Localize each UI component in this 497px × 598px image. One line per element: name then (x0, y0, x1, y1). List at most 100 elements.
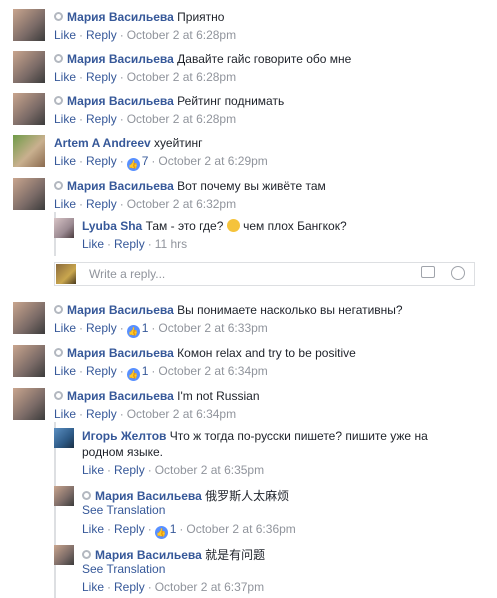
comment-text: хуейтинг (154, 136, 203, 150)
like-link[interactable]: Like (82, 580, 104, 594)
comment-text: чем плох Бангкок? (243, 219, 347, 233)
comment-text: Там - это где? (145, 219, 224, 233)
reply-link[interactable]: Reply (86, 112, 117, 126)
reply-link[interactable]: Reply (86, 321, 117, 335)
like-link[interactable]: Like (54, 407, 76, 421)
like-count[interactable]: 1 (170, 522, 177, 536)
reply-link[interactable]: Reply (86, 28, 117, 42)
reply-link[interactable]: Reply (86, 197, 117, 211)
comment-text: Давайте гайс говорите обо мне (177, 52, 352, 66)
comment-timestamp[interactable]: October 2 at 6:28pm (127, 112, 236, 126)
like-count[interactable]: 1 (142, 364, 149, 378)
like-count[interactable]: 1 (142, 321, 149, 335)
comment-timestamp[interactable]: October 2 at 6:35pm (155, 463, 264, 477)
avatar[interactable] (54, 486, 74, 506)
comment-timestamp[interactable]: October 2 at 6:34pm (127, 407, 236, 421)
profile-badge-icon (54, 96, 63, 105)
comment-author[interactable]: Lyuba Sha (82, 219, 142, 233)
profile-badge-icon (54, 391, 63, 400)
thumbs-up-icon: 👍 (126, 325, 140, 338)
comment-timestamp[interactable]: October 2 at 6:28pm (127, 28, 236, 42)
like-link[interactable]: Like (54, 70, 76, 84)
like-link[interactable]: Like (54, 28, 76, 42)
like-link[interactable]: Like (82, 522, 104, 536)
comment-author[interactable]: Мария Васильева (67, 10, 174, 24)
comment-timestamp[interactable]: October 2 at 6:37pm (155, 580, 264, 594)
comment-author[interactable]: Мария Васильева (67, 94, 174, 108)
avatar[interactable] (54, 545, 74, 565)
like-link[interactable]: Like (82, 237, 104, 251)
comment-timestamp[interactable]: October 2 at 6:28pm (127, 70, 236, 84)
reply-link[interactable]: Reply (86, 407, 117, 421)
emoji-icon[interactable] (451, 266, 465, 280)
smile-emoji-icon (226, 219, 240, 232)
like-link[interactable]: Like (54, 154, 76, 168)
reply-link[interactable]: Reply (86, 154, 117, 168)
profile-badge-icon (54, 305, 63, 314)
like-count[interactable]: 7 (142, 154, 149, 168)
comment-text: Комон relax and try to be positive (177, 346, 356, 360)
avatar[interactable] (13, 178, 45, 210)
like-link[interactable]: Like (54, 321, 76, 335)
like-link[interactable]: Like (54, 364, 76, 378)
reply-input[interactable]: Write a reply... (89, 267, 165, 281)
reply-link[interactable]: Reply (114, 463, 145, 477)
avatar[interactable] (13, 302, 45, 334)
comment-text: Рейтинг поднимать (177, 94, 285, 108)
profile-badge-icon (82, 491, 91, 500)
comment-text: 就是有问题 (205, 548, 266, 562)
comment-author[interactable]: Мария Васильева (95, 489, 202, 503)
avatar[interactable] (13, 388, 45, 420)
profile-badge-icon (54, 181, 63, 190)
comment-text: Что ж тогда по-русски пишете? пишите уже… (169, 429, 428, 443)
see-translation-link[interactable]: See Translation (82, 562, 165, 576)
like-link[interactable]: Like (54, 112, 76, 126)
comment-timestamp[interactable]: October 2 at 6:34pm (158, 364, 267, 378)
comment-author[interactable]: Игорь Желтов (82, 429, 166, 443)
avatar[interactable] (13, 345, 45, 377)
like-link[interactable]: Like (82, 463, 104, 477)
comment-author[interactable]: Artem A Andreev (54, 136, 151, 150)
thread-line (54, 422, 56, 598)
avatar[interactable] (13, 9, 45, 41)
avatar[interactable] (13, 135, 45, 167)
avatar[interactable] (13, 51, 45, 83)
comment-timestamp[interactable]: October 2 at 6:33pm (158, 321, 267, 335)
comment-author[interactable]: Мария Васильева (67, 52, 174, 66)
avatar[interactable] (54, 218, 74, 238)
profile-badge-icon (82, 550, 91, 559)
avatar[interactable] (13, 93, 45, 125)
comment-text: Приятно (177, 10, 225, 24)
comment-timestamp[interactable]: October 2 at 6:36pm (186, 522, 295, 536)
profile-badge-icon (54, 348, 63, 357)
comment-text: 俄罗斯人太麻烦 (205, 489, 290, 503)
comment-author[interactable]: Мария Васильева (67, 346, 174, 360)
comment-timestamp[interactable]: 11 hrs (155, 237, 187, 251)
avatar[interactable] (54, 428, 74, 448)
comment-author[interactable]: Мария Васильева (67, 179, 174, 193)
thumbs-up-icon: 👍 (126, 158, 140, 171)
comment-author[interactable]: Мария Васильева (95, 548, 202, 562)
profile-badge-icon (54, 54, 63, 63)
comment-text: I'm not Russian (177, 389, 260, 403)
avatar (56, 264, 76, 284)
comment-author[interactable]: Мария Васильева (67, 303, 174, 317)
reply-link[interactable]: Reply (114, 580, 145, 594)
thumbs-up-icon: 👍 (154, 526, 168, 539)
profile-badge-icon (54, 12, 63, 21)
comment-timestamp[interactable]: October 2 at 6:29pm (158, 154, 267, 168)
comment-text: родном языке. (82, 445, 163, 459)
reply-link[interactable]: Reply (114, 237, 145, 251)
like-link[interactable]: Like (54, 197, 76, 211)
thumbs-up-icon: 👍 (126, 368, 140, 381)
camera-icon[interactable] (421, 266, 435, 278)
see-translation-link[interactable]: See Translation (82, 503, 165, 517)
reply-link[interactable]: Reply (86, 70, 117, 84)
comment-text: Вот почему вы живёте там (177, 179, 326, 193)
reply-input-box[interactable]: Write a reply... (54, 262, 475, 286)
comment-text: Вы понимаете насколько вы негативны? (177, 303, 403, 317)
comment-author[interactable]: Мария Васильева (67, 389, 174, 403)
reply-link[interactable]: Reply (114, 522, 145, 536)
comment-timestamp[interactable]: October 2 at 6:32pm (127, 197, 236, 211)
reply-link[interactable]: Reply (86, 364, 117, 378)
